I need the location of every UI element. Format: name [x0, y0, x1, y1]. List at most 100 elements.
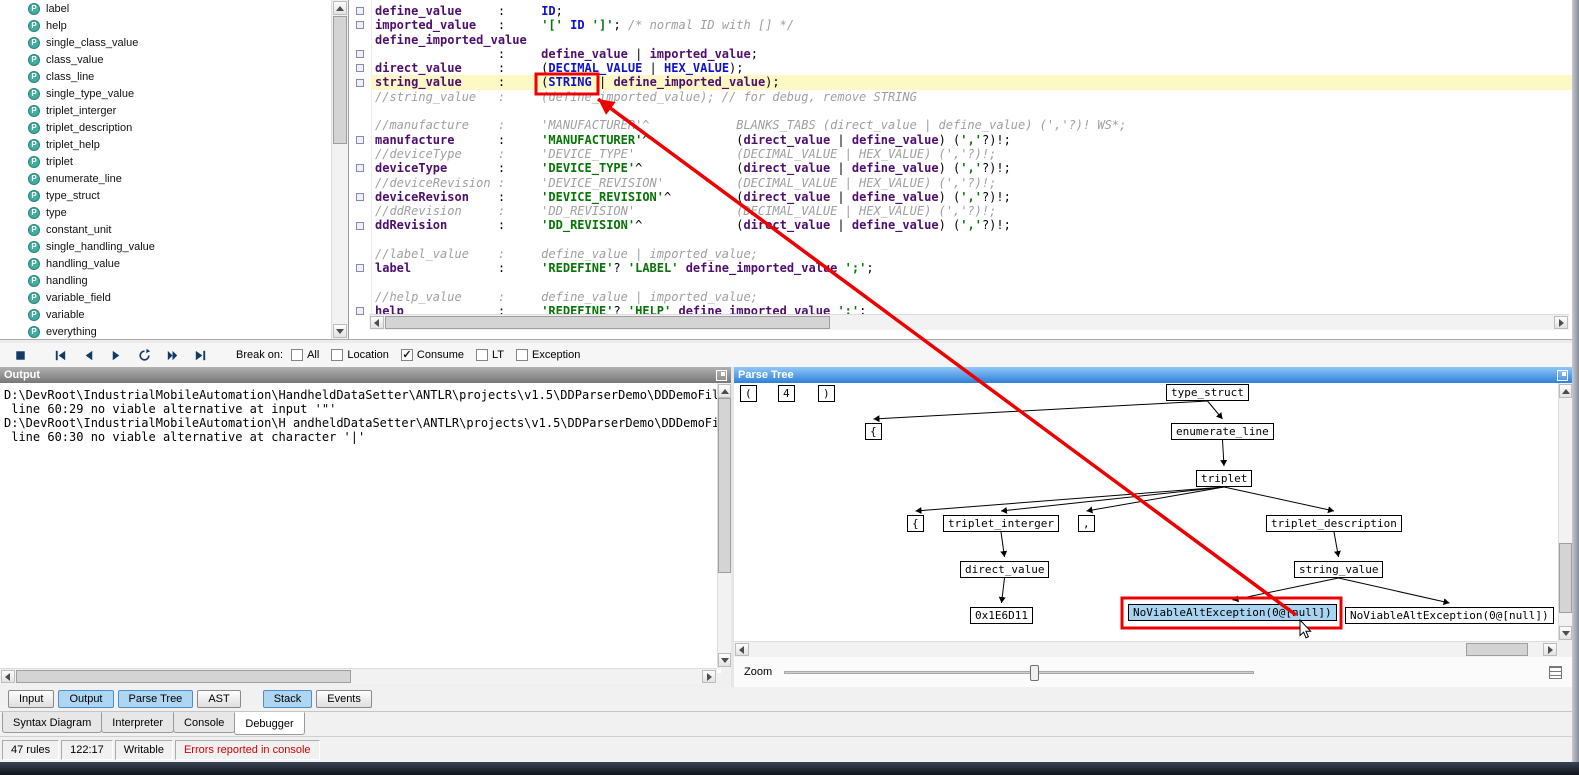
- tree-node-hex-value[interactable]: 0x1E6D11: [970, 607, 1033, 624]
- rule-list-item-handling[interactable]: Phandling: [0, 272, 331, 289]
- scrollbar-thumb[interactable]: [16, 670, 351, 683]
- tab-output[interactable]: Output: [58, 690, 114, 708]
- break-on-all-checkbox[interactable]: All: [291, 349, 319, 361]
- scrollbar-thumb[interactable]: [1466, 643, 1528, 656]
- break-on-consume-checkbox[interactable]: ✓ Consume: [400, 349, 464, 361]
- editor-line[interactable]: direct_value : (DECIMAL_VALUE | HEX_VALU…: [371, 61, 1572, 75]
- scrollbar-thumb[interactable]: [718, 398, 731, 573]
- tree-node-triplet-interger[interactable]: triplet_interger: [943, 515, 1059, 532]
- scroll-down-icon[interactable]: [1559, 626, 1572, 640]
- rule-marker-icon[interactable]: [356, 221, 364, 230]
- editor-line[interactable]: string_value : (STRING | define_imported…: [371, 75, 1572, 90]
- scroll-down-icon[interactable]: [718, 653, 731, 667]
- rule-list-item-triplet[interactable]: Ptriplet: [0, 153, 331, 170]
- tree-node-string-value[interactable]: string_value: [1294, 561, 1384, 578]
- tab-parse-tree[interactable]: Parse Tree: [117, 690, 194, 708]
- rewind-button[interactable]: [132, 345, 156, 365]
- go-to-start-button[interactable]: [48, 345, 72, 365]
- tree-node-exception-2[interactable]: NoViableAltException(0@[null]): [1345, 607, 1554, 624]
- break-on-lt-checkbox[interactable]: LT: [476, 349, 504, 361]
- tab-stack[interactable]: Stack: [262, 690, 313, 708]
- go-to-end-button[interactable]: [188, 345, 212, 365]
- rule-marker-icon[interactable]: [356, 7, 364, 15]
- tree-node-paren-close[interactable]: ): [818, 385, 835, 402]
- parse-tree-hscrollbar[interactable]: [734, 641, 1558, 657]
- rule-marker-icon[interactable]: [356, 307, 364, 316]
- editor-line[interactable]: //ddRevision : 'DD_REVISION' (DECIMAL_VA…: [371, 204, 1572, 218]
- editor-line[interactable]: //string_value : (define_imported_value)…: [371, 90, 1572, 104]
- break-on-exception-checkbox[interactable]: Exception: [516, 349, 580, 361]
- editor-line[interactable]: deviceType : 'DEVICE_TYPE'^ (direct_valu…: [371, 161, 1572, 175]
- tree-node-type-struct[interactable]: type_struct: [1166, 384, 1249, 401]
- rule-list-item-triplet-interger[interactable]: Ptriplet_interger: [0, 102, 331, 119]
- tree-node-triplet[interactable]: triplet: [1196, 470, 1253, 487]
- rule-marker-icon[interactable]: [356, 135, 364, 144]
- tree-node-comma[interactable]: ,: [1078, 515, 1095, 532]
- panel-detach-icon[interactable]: [716, 369, 727, 381]
- rule-list-item-class-line[interactable]: Pclass_line: [0, 68, 331, 85]
- scroll-up-icon[interactable]: [1559, 384, 1572, 398]
- rule-marker-icon[interactable]: [356, 192, 364, 201]
- rule-list-item-everything[interactable]: Peverything: [0, 323, 331, 339]
- scroll-up-icon[interactable]: [333, 1, 347, 15]
- rule-marker-icon[interactable]: [356, 164, 364, 173]
- rule-list-scrollbar[interactable]: [331, 0, 348, 339]
- tab-ast[interactable]: AST: [197, 690, 241, 708]
- tree-node-four[interactable]: 4: [778, 385, 795, 402]
- rule-list-item-triplet-help[interactable]: Ptriplet_help: [0, 136, 331, 153]
- rule-list-item-triplet-description[interactable]: Ptriplet_description: [0, 119, 331, 136]
- stop-button[interactable]: [8, 345, 32, 365]
- rule-list-item-single-handling-value[interactable]: Psingle_handling_value: [0, 238, 331, 255]
- rule-list-item-type-struct[interactable]: Ptype_struct: [0, 187, 331, 204]
- zoom-slider-thumb[interactable]: [1030, 664, 1040, 681]
- editor-code[interactable]: define_value : ID; imported_value : '[' I…: [371, 0, 1572, 318]
- rule-marker-icon[interactable]: [356, 49, 364, 58]
- tab-debugger[interactable]: Debugger: [234, 712, 305, 735]
- scrollbar-thumb[interactable]: [333, 16, 347, 144]
- rule-marker-icon[interactable]: [356, 78, 364, 87]
- tab-interpreter[interactable]: Interpreter: [101, 712, 175, 733]
- rule-marker-icon[interactable]: [356, 64, 364, 73]
- tree-node-exception-1[interactable]: NoViableAltException(0@[null]): [1128, 604, 1337, 621]
- tab-events[interactable]: Events: [316, 690, 372, 708]
- tree-node-brace-2[interactable]: {: [907, 515, 924, 532]
- editor-line[interactable]: [371, 104, 1572, 118]
- fast-forward-button[interactable]: [160, 345, 184, 365]
- editor-line[interactable]: : define_value | imported_value;: [371, 47, 1572, 61]
- tree-node-direct-value[interactable]: direct_value: [960, 561, 1050, 578]
- scroll-down-icon[interactable]: [333, 324, 347, 338]
- output-vscrollbar[interactable]: [717, 383, 731, 668]
- parse-tree-canvas[interactable]: (4) type_struct {enumerate_line triplet {tri…: [734, 383, 1558, 641]
- scroll-right-icon[interactable]: [1543, 643, 1557, 656]
- scrollbar-thumb[interactable]: [1559, 543, 1572, 613]
- grammar-editor[interactable]: define_value : ID; imported_value : '[' I…: [348, 0, 1572, 339]
- editor-line[interactable]: [371, 276, 1572, 290]
- rule-list-item-single-type-value[interactable]: Psingle_type_value: [0, 85, 331, 102]
- editor-line[interactable]: label : 'REDEFINE'? 'LABEL' define_impor…: [371, 261, 1572, 275]
- rule-list-item-constant-unit[interactable]: Pconstant_unit: [0, 221, 331, 238]
- step-forward-button[interactable]: [104, 345, 128, 365]
- tab-syntax-diagram[interactable]: Syntax Diagram: [2, 712, 103, 733]
- tree-node-paren-open[interactable]: (: [740, 385, 757, 402]
- tree-node-brace-1[interactable]: {: [865, 423, 882, 440]
- rule-marker-icon[interactable]: [356, 21, 364, 30]
- rule-list-item-help[interactable]: Phelp: [0, 17, 331, 34]
- step-back-button[interactable]: [76, 345, 100, 365]
- scroll-right-icon[interactable]: [1554, 316, 1568, 329]
- editor-line[interactable]: manufacture : 'MANUFACTURER'^ (direct_va…: [371, 133, 1572, 147]
- rule-list-item-enumerate-line[interactable]: Penumerate_line: [0, 170, 331, 187]
- break-on-location-checkbox[interactable]: Location: [331, 349, 389, 361]
- scroll-right-icon[interactable]: [702, 670, 716, 683]
- editor-line[interactable]: //help_value : define_value | imported_v…: [371, 290, 1572, 304]
- editor-line[interactable]: imported_value : '[' ID ']'; /* normal I…: [371, 18, 1572, 32]
- tab-input[interactable]: Input: [8, 690, 55, 708]
- editor-line[interactable]: [371, 233, 1572, 247]
- output-hscrollbar[interactable]: [0, 668, 717, 684]
- scroll-up-icon[interactable]: [718, 384, 731, 398]
- editor-line[interactable]: ddRevision : 'DD_REVISION'^ (direct_valu…: [371, 218, 1572, 232]
- scroll-left-icon[interactable]: [735, 643, 749, 656]
- editor-line[interactable]: define_value : ID;: [371, 4, 1572, 18]
- output-console[interactable]: D:\DevRoot\IndustrialMobileAutomation\Ha…: [0, 383, 721, 673]
- fit-zoom-icon[interactable]: [1549, 665, 1562, 679]
- editor-line[interactable]: deviceRevison : 'DEVICE_REVISION'^ (dire…: [371, 190, 1572, 204]
